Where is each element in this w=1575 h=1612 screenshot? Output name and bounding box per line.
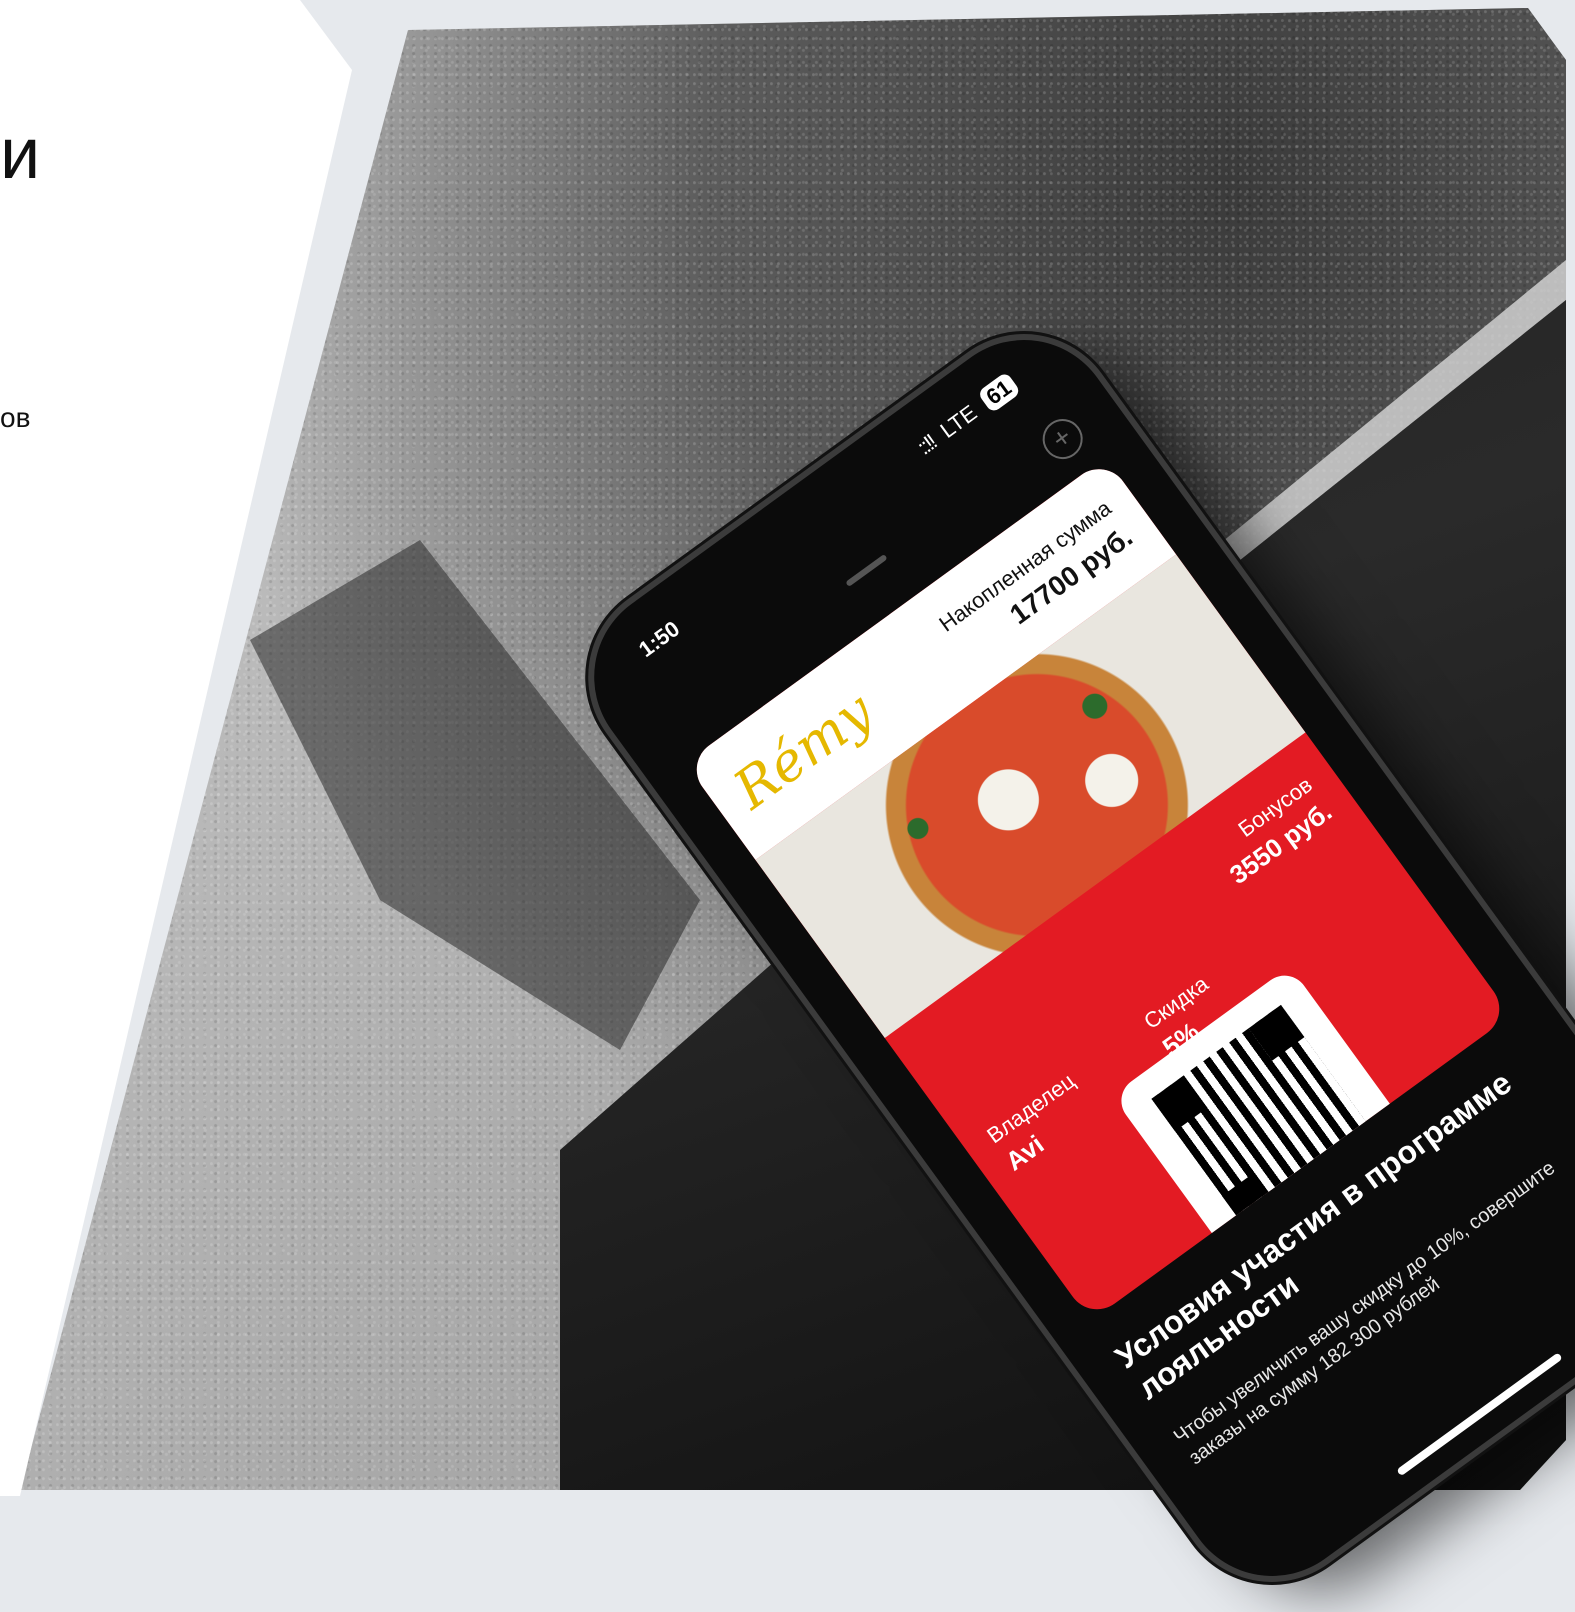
phone-wrapper: 1:50 ::!! LTE 61 + Rémy Накопленная сумм… xyxy=(320,200,1575,1612)
add-icon[interactable]: + xyxy=(1034,411,1091,467)
status-right: ::!! LTE 61 xyxy=(912,371,1022,460)
status-time: 1:50 xyxy=(633,615,685,662)
battery-icon: 61 xyxy=(976,371,1022,414)
left-heading: и xyxy=(0,114,41,194)
sheet-grabber[interactable] xyxy=(845,553,888,588)
owner-block: Владелец Avi xyxy=(982,1068,1100,1177)
scene: и ов 1:50 ::!! LTE 61 + Rémy Накопленная… xyxy=(0,0,1575,1612)
signal-icon: ::!! xyxy=(912,429,941,460)
left-text: ов xyxy=(0,402,31,433)
network-label: LTE xyxy=(935,399,982,443)
